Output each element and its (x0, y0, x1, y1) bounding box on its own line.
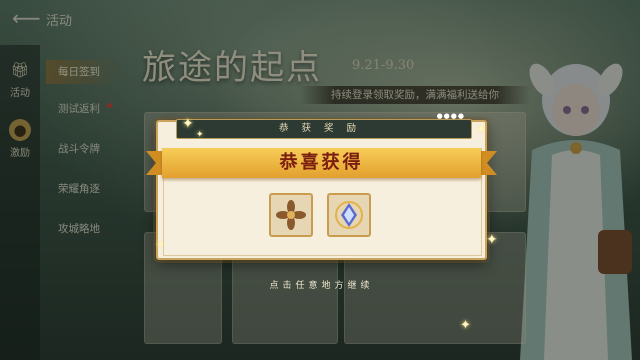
page-dots-icon: ●●●● (436, 112, 465, 120)
sparkle-icon: ✦ (460, 318, 471, 333)
reward-modal: 恭获奖励 ●●●● 恭喜获得 点击任意地方继续 (146, 112, 497, 291)
flower-material-icon (276, 200, 306, 230)
continue-hint: 点击任意地方继续 (269, 281, 374, 291)
reward-item-flower[interactable] (269, 193, 313, 237)
sparkle-icon: ✦ (182, 116, 194, 132)
sparkle-icon: ✦ (196, 130, 204, 140)
crystal-gem-icon (335, 201, 363, 229)
sparkle-icon: ✦ (486, 232, 498, 248)
sparkle-icon: ✦ (476, 122, 487, 136)
reward-item-gem[interactable] (327, 193, 371, 237)
modal-frame: 恭获奖励 ●●●● (156, 112, 487, 260)
modal-title: 恭喜获得 (279, 152, 364, 173)
modal-topbar: 恭获奖励 (176, 119, 472, 139)
title-ribbon: 恭喜获得 (146, 148, 497, 178)
sparkle-icon: ✦ (156, 240, 165, 251)
